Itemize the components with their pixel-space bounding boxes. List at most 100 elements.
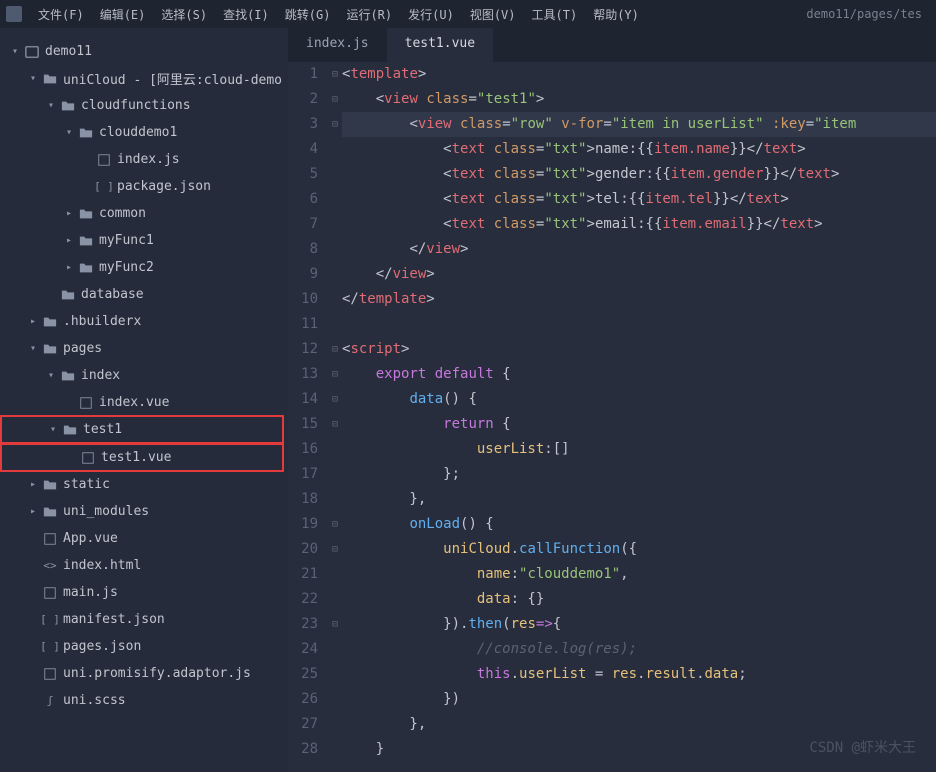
- fold-marker[interactable]: [328, 487, 342, 512]
- menu-item[interactable]: 选择(S): [153, 2, 215, 27]
- menu-item[interactable]: 文件(F): [30, 2, 92, 27]
- fold-marker[interactable]: [328, 637, 342, 662]
- chevron-icon[interactable]: ▾: [8, 46, 22, 57]
- menu-item[interactable]: 帮助(Y): [585, 2, 647, 27]
- code-line[interactable]: <view class="test1">: [342, 87, 936, 112]
- tree-row[interactable]: uni.promisify.adaptor.js: [0, 660, 288, 687]
- code-line[interactable]: <text class="txt">email:{{item.email}}</…: [342, 212, 936, 237]
- fold-marker[interactable]: [328, 562, 342, 587]
- menu-item[interactable]: 视图(V): [462, 2, 524, 27]
- code-line[interactable]: </view>: [342, 237, 936, 262]
- menu-item[interactable]: 查找(I): [215, 2, 277, 27]
- code-editor[interactable]: 1234567891011121314151617181920212223242…: [288, 62, 936, 772]
- code-line[interactable]: <template>: [342, 62, 936, 87]
- code-line[interactable]: },: [342, 487, 936, 512]
- fold-marker[interactable]: [328, 712, 342, 737]
- tree-row[interactable]: main.js: [0, 579, 288, 606]
- fold-marker[interactable]: [328, 662, 342, 687]
- menu-item[interactable]: 工具(T): [524, 2, 586, 27]
- tree-row[interactable]: ▾demo11: [0, 38, 288, 65]
- fold-marker[interactable]: [328, 262, 342, 287]
- fold-marker[interactable]: ⊟: [328, 612, 342, 637]
- code-line[interactable]: name:"clouddemo1",: [342, 562, 936, 587]
- code-line[interactable]: },: [342, 712, 936, 737]
- file-explorer[interactable]: ▾demo11▾uniCloud - [阿里云:cloud-demo ▾cloud…: [0, 28, 288, 772]
- tree-row[interactable]: ▾pages: [0, 335, 288, 362]
- fold-marker[interactable]: [328, 137, 342, 162]
- code-line[interactable]: return {: [342, 412, 936, 437]
- chevron-icon[interactable]: ▸: [62, 208, 76, 219]
- code-line[interactable]: <text class="txt">name:{{item.name}}</te…: [342, 137, 936, 162]
- chevron-icon[interactable]: ▾: [44, 370, 58, 381]
- fold-marker[interactable]: [328, 312, 342, 337]
- tree-row[interactable]: ▸common: [0, 200, 288, 227]
- fold-marker[interactable]: ⊟: [328, 512, 342, 537]
- tree-row[interactable]: ▾index: [0, 362, 288, 389]
- fold-marker[interactable]: [328, 237, 342, 262]
- chevron-icon[interactable]: ▸: [62, 235, 76, 246]
- tree-row[interactable]: index.vue: [0, 389, 288, 416]
- tree-row[interactable]: ▾uniCloud - [阿里云:cloud-demo: [0, 65, 288, 92]
- tree-row[interactable]: ▾clouddemo1: [0, 119, 288, 146]
- code-line[interactable]: userList:[]: [342, 437, 936, 462]
- code-line[interactable]: }).then(res=>{: [342, 612, 936, 637]
- chevron-icon[interactable]: ▸: [62, 262, 76, 273]
- tree-row[interactable]: ʃuni.scss: [0, 687, 288, 714]
- tree-row[interactable]: <>index.html: [0, 552, 288, 579]
- chevron-icon[interactable]: ▾: [26, 343, 40, 354]
- fold-marker[interactable]: [328, 737, 342, 762]
- fold-marker[interactable]: ⊟: [328, 62, 342, 87]
- code-line[interactable]: uniCloud.callFunction({: [342, 537, 936, 562]
- code-line[interactable]: data() {: [342, 387, 936, 412]
- fold-marker[interactable]: [328, 187, 342, 212]
- tree-row[interactable]: ▸myFunc2: [0, 254, 288, 281]
- fold-marker[interactable]: ⊟: [328, 112, 342, 137]
- code-line[interactable]: };: [342, 462, 936, 487]
- fold-marker[interactable]: ⊟: [328, 87, 342, 112]
- fold-marker[interactable]: ⊟: [328, 362, 342, 387]
- code-line[interactable]: export default {: [342, 362, 936, 387]
- fold-marker[interactable]: [328, 437, 342, 462]
- chevron-icon[interactable]: ▸: [26, 479, 40, 490]
- tree-row[interactable]: ▸static: [0, 471, 288, 498]
- code-line[interactable]: <text class="txt">tel:{{item.tel}}</text…: [342, 187, 936, 212]
- fold-marker[interactable]: [328, 687, 342, 712]
- menu-item[interactable]: 编辑(E): [92, 2, 154, 27]
- code-lines[interactable]: <template> <view class="test1"> <view cl…: [342, 62, 936, 772]
- tree-row[interactable]: index.js: [0, 146, 288, 173]
- tree-row[interactable]: test1.vue: [0, 443, 284, 472]
- fold-marker[interactable]: ⊟: [328, 412, 342, 437]
- editor-tab[interactable]: test1.vue: [387, 28, 493, 62]
- code-line[interactable]: </view>: [342, 262, 936, 287]
- tree-row[interactable]: ▸uni_modules: [0, 498, 288, 525]
- chevron-icon[interactable]: ▾: [26, 73, 40, 84]
- code-line[interactable]: [342, 312, 936, 337]
- code-line[interactable]: }): [342, 687, 936, 712]
- code-line[interactable]: data: {}: [342, 587, 936, 612]
- fold-marker[interactable]: [328, 287, 342, 312]
- menu-item[interactable]: 发行(U): [400, 2, 462, 27]
- chevron-icon[interactable]: ▸: [26, 316, 40, 327]
- code-line[interactable]: onLoad() {: [342, 512, 936, 537]
- tree-row[interactable]: App.vue: [0, 525, 288, 552]
- fold-marker[interactable]: ⊟: [328, 387, 342, 412]
- code-line[interactable]: <text class="txt">gender:{{item.gender}}…: [342, 162, 936, 187]
- fold-marker[interactable]: [328, 462, 342, 487]
- tree-row[interactable]: ▸.hbuilderx: [0, 308, 288, 335]
- fold-marker[interactable]: [328, 587, 342, 612]
- code-line[interactable]: this.userList = res.result.data;: [342, 662, 936, 687]
- fold-gutter[interactable]: ⊟⊟⊟⊟⊟⊟⊟⊟⊟⊟: [328, 62, 342, 772]
- tree-row[interactable]: ▸myFunc1: [0, 227, 288, 254]
- tree-row[interactable]: database: [0, 281, 288, 308]
- tree-row[interactable]: [ ]pages.json: [0, 633, 288, 660]
- chevron-icon[interactable]: ▾: [62, 127, 76, 138]
- code-line[interactable]: <view class="row" v-for="item in userLis…: [342, 112, 936, 137]
- tree-row[interactable]: ▾test1: [0, 415, 284, 444]
- fold-marker[interactable]: [328, 212, 342, 237]
- chevron-icon[interactable]: ▾: [46, 424, 60, 435]
- code-line[interactable]: //console.log(res);: [342, 637, 936, 662]
- editor-tab[interactable]: index.js: [288, 28, 387, 62]
- menu-item[interactable]: 跳转(G): [277, 2, 339, 27]
- tree-row[interactable]: [ ]package.json: [0, 173, 288, 200]
- chevron-icon[interactable]: ▾: [44, 100, 58, 111]
